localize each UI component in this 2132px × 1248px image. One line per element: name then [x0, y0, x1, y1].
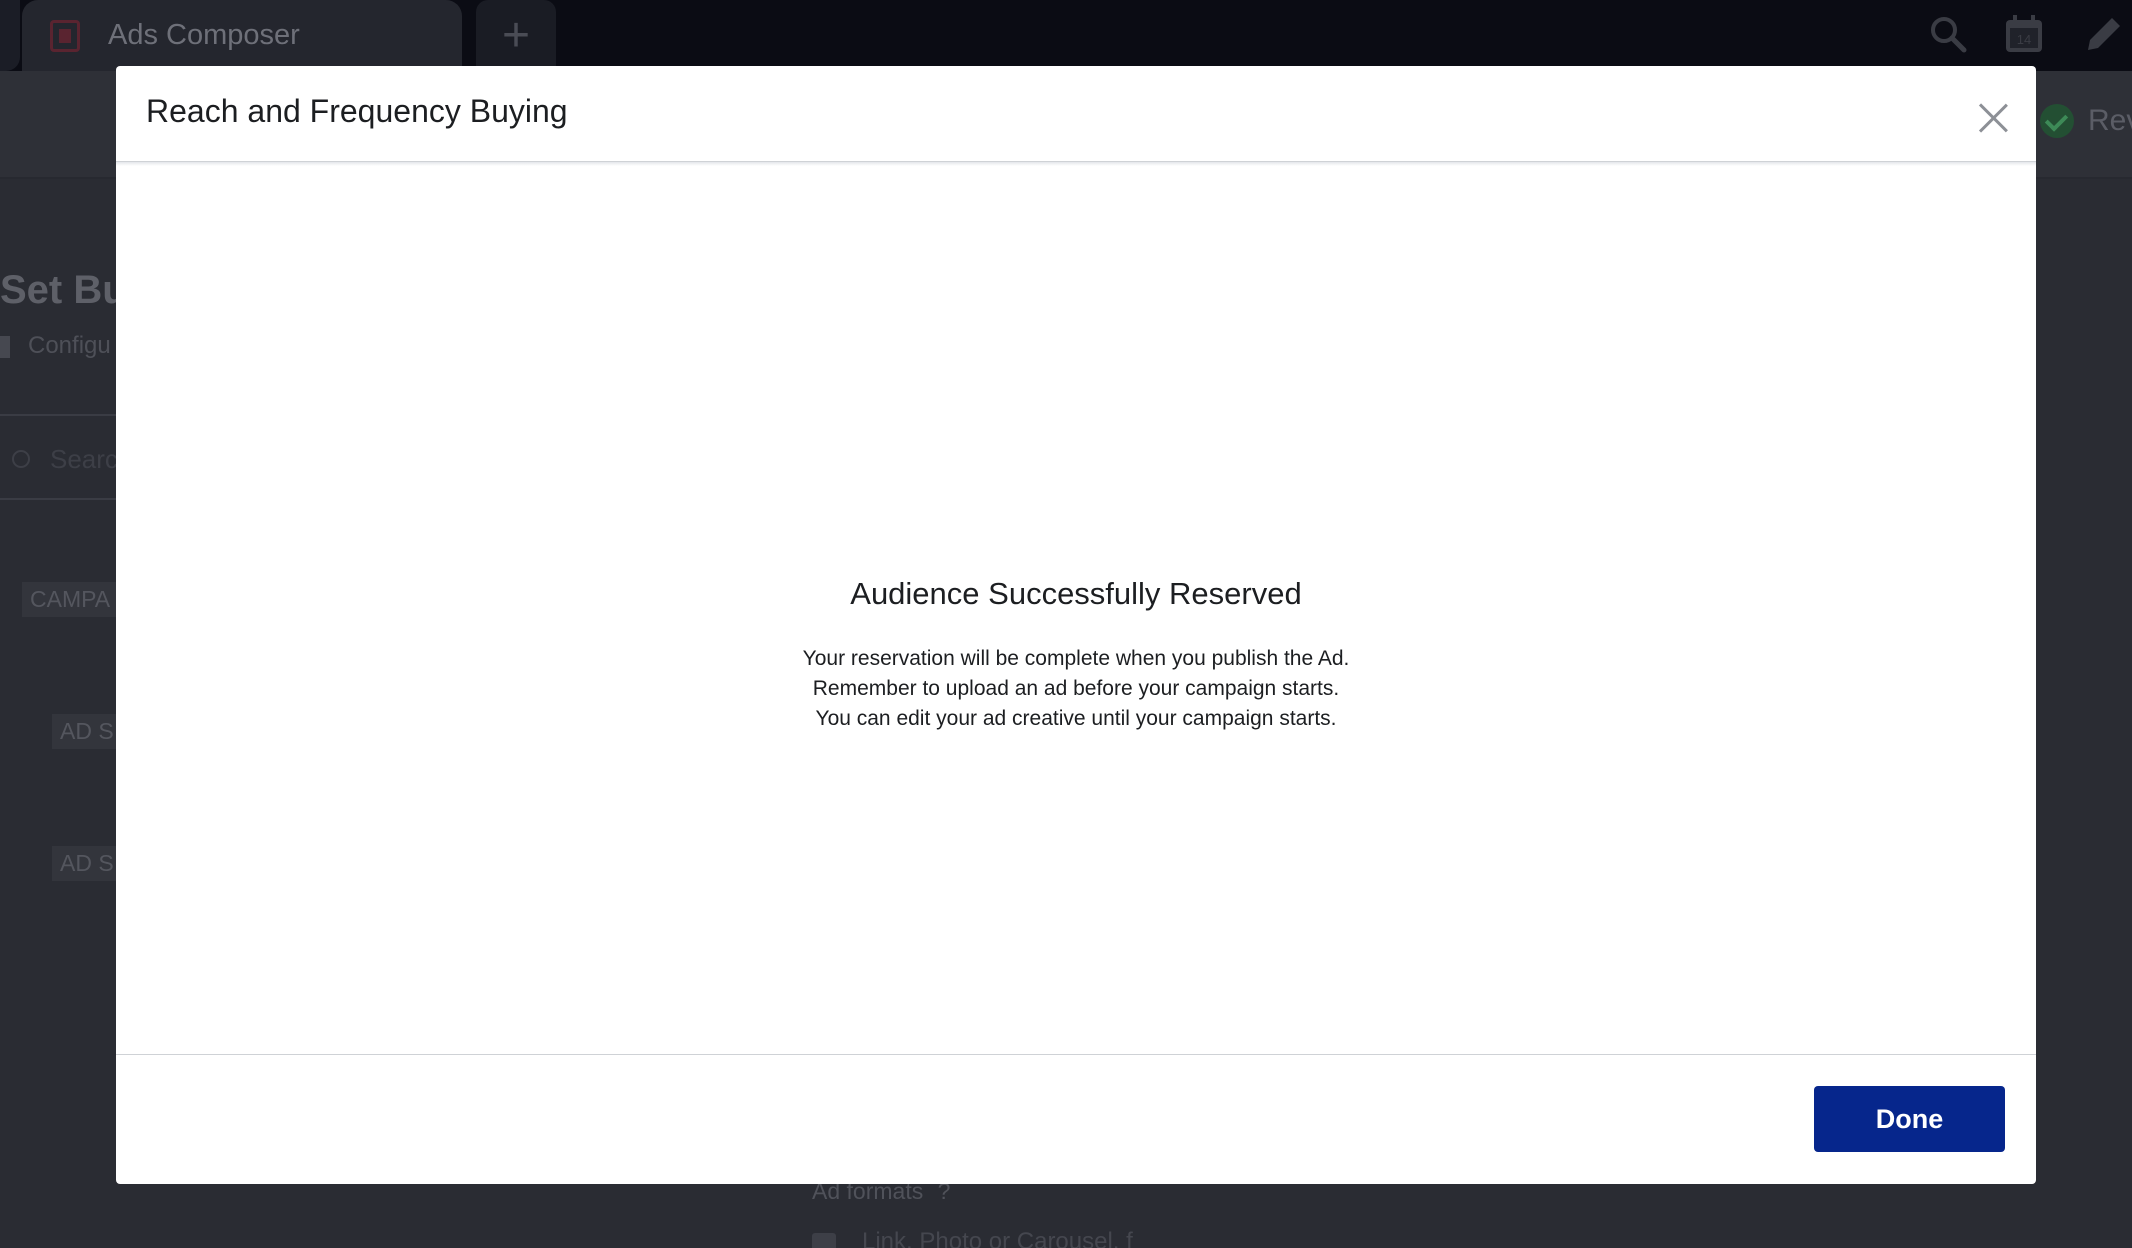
divider: [0, 498, 118, 500]
message-line: You can edit your ad creative until your…: [815, 707, 1337, 730]
success-heading: Audience Successfully Reserved: [850, 576, 1302, 611]
search-input[interactable]: Searc: [50, 444, 118, 475]
page-subtitle: Configu: [28, 332, 111, 359]
header-shadow: [116, 162, 2036, 166]
message-line: Remember to upload an ad before your cam…: [812, 677, 1340, 700]
check-circle-icon: [2040, 104, 2074, 138]
divider: [0, 414, 118, 416]
new-tab-button[interactable]: +: [476, 0, 556, 71]
calendar-day: 14: [2017, 32, 2031, 47]
tree-item-ad-set[interactable]: AD S: [52, 714, 122, 749]
pencil-icon[interactable]: [2082, 12, 2126, 56]
tree-item-ad-set[interactable]: AD S: [52, 846, 122, 881]
success-message: Your reservation will be complete when y…: [116, 644, 2036, 734]
dialog-footer: [116, 1054, 2036, 1184]
topbar-edge: [0, 0, 20, 71]
ad-format-option: Link, Photo or Carousel, f: [862, 1228, 1133, 1248]
dialog-title: Reach and Frequency Buying: [146, 93, 568, 129]
tree-item-campaign[interactable]: CAMPA: [22, 582, 119, 617]
search-icon[interactable]: [1926, 12, 1970, 56]
config-icon: [0, 336, 10, 358]
review-label[interactable]: Rev: [2088, 104, 2132, 138]
done-button[interactable]: Done: [1814, 1086, 2005, 1152]
message-line: Your reservation will be complete when y…: [802, 647, 1350, 670]
ad-format-checkbox[interactable]: [812, 1233, 836, 1248]
tab-ads-composer[interactable]: Ads Composer: [22, 0, 462, 71]
search-icon: [12, 450, 30, 468]
tab-title: Ads Composer: [108, 19, 300, 51]
calendar-icon[interactable]: 14: [2002, 12, 2046, 56]
reach-frequency-dialog: Reach and Frequency Buying Audience Succ…: [116, 66, 2036, 1184]
ads-composer-icon: [50, 19, 80, 52]
top-bar: Ads Composer + 14: [0, 0, 2132, 71]
close-icon[interactable]: [1978, 102, 2010, 134]
dialog-header: Reach and Frequency Buying: [116, 66, 2036, 162]
